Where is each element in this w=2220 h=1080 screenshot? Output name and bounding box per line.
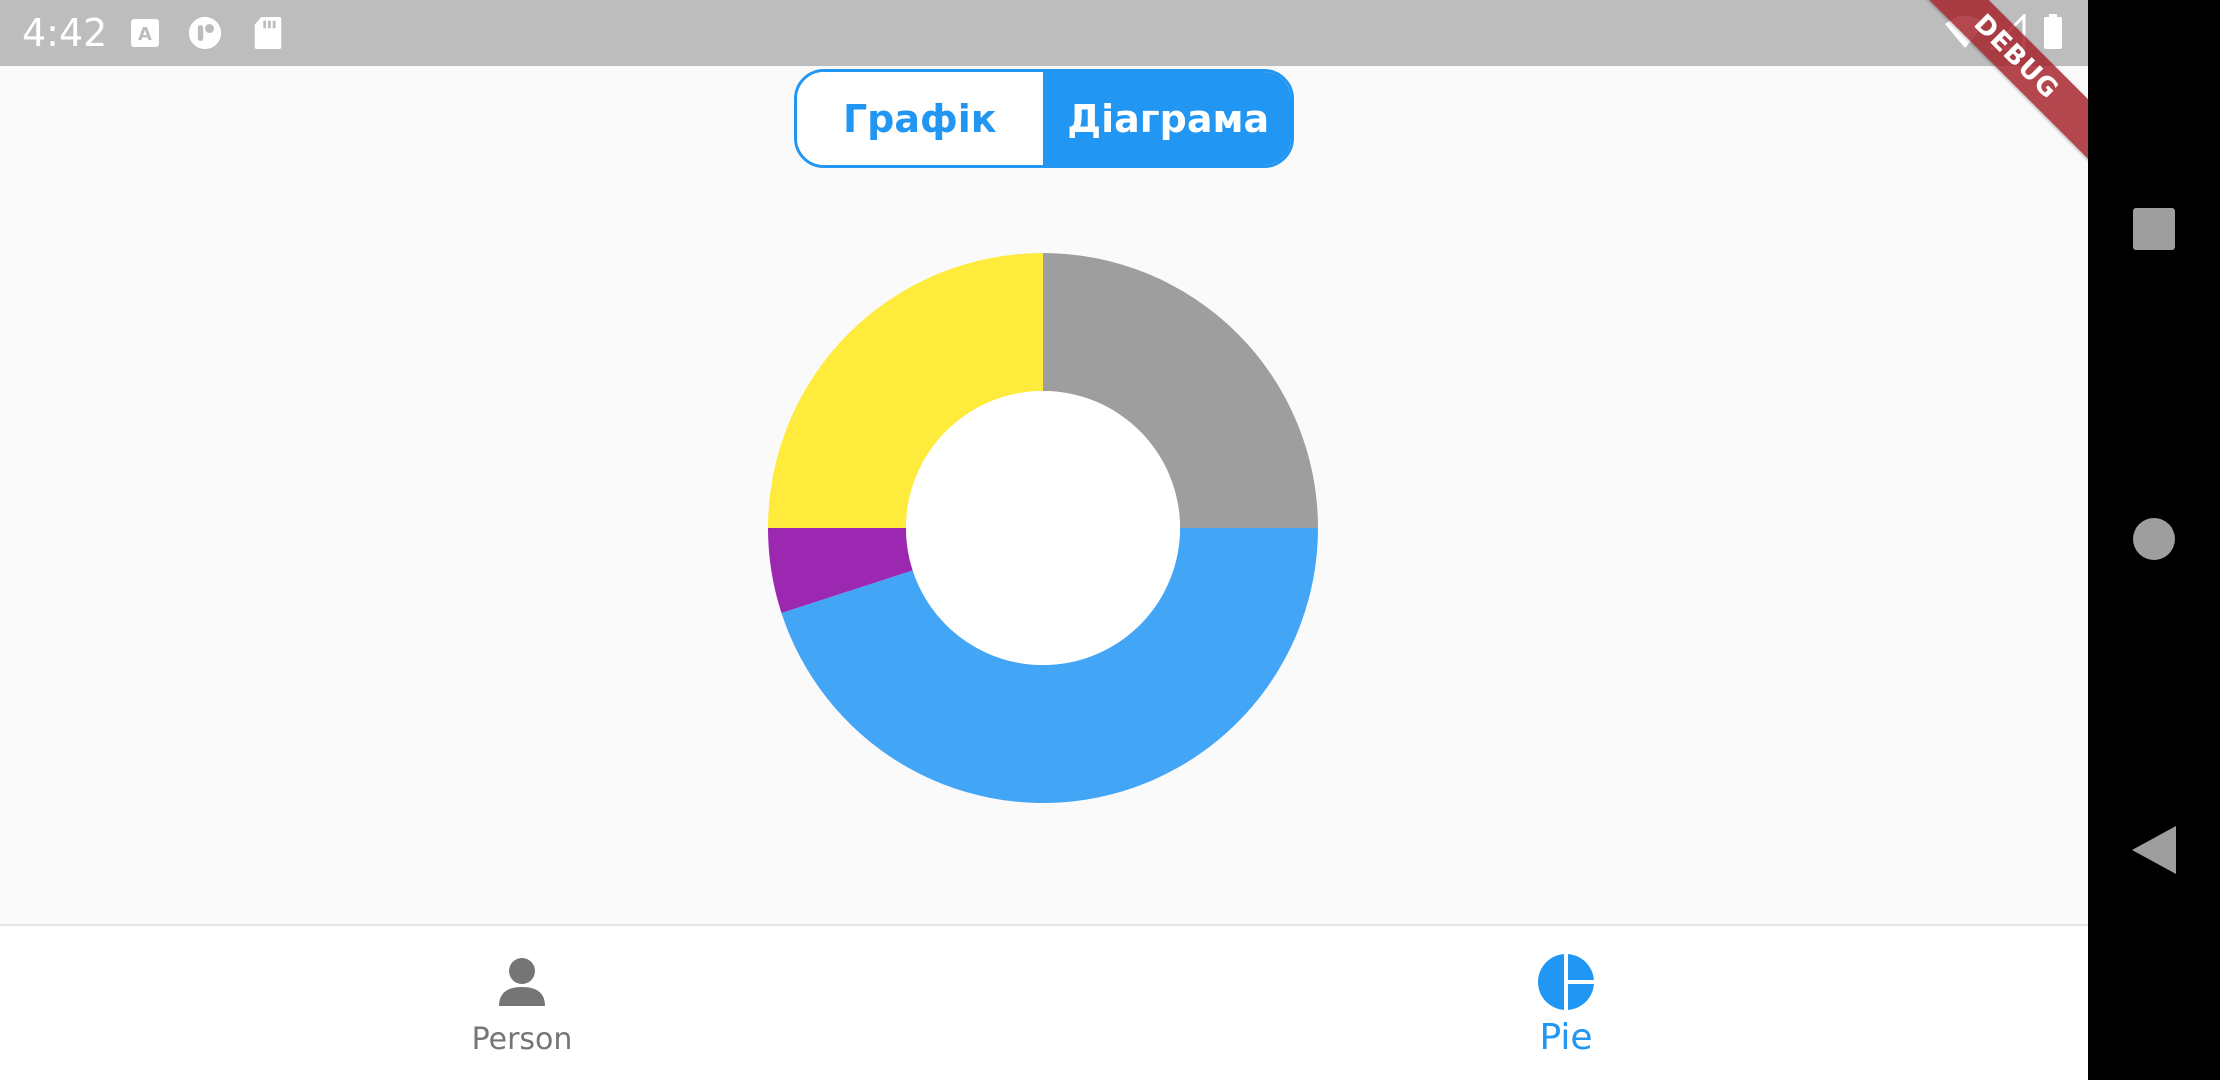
donut-chart: [768, 253, 1318, 804]
back-triangle-icon[interactable]: [2132, 826, 2176, 874]
system-navigation-bar: [2088, 0, 2220, 1080]
nav-item-person[interactable]: Person: [372, 926, 672, 1080]
chart-area: [0, 0, 2088, 1080]
nav-item-pie[interactable]: Pie: [1416, 926, 1716, 1080]
pie-chart-icon: [1538, 952, 1596, 1012]
nav-label-person: Person: [471, 1022, 573, 1057]
person-icon: [499, 958, 545, 1006]
app-screen: 4:42 A DEBUG Графік Діаграма Person Pie: [0, 0, 2088, 1080]
recents-square-icon[interactable]: [2133, 208, 2175, 250]
bottom-navigation: Person Pie: [0, 924, 2088, 1080]
home-circle-icon[interactable]: [2133, 518, 2175, 560]
donut-hole: [906, 391, 1180, 665]
nav-label-pie: Pie: [1539, 1017, 1593, 1058]
